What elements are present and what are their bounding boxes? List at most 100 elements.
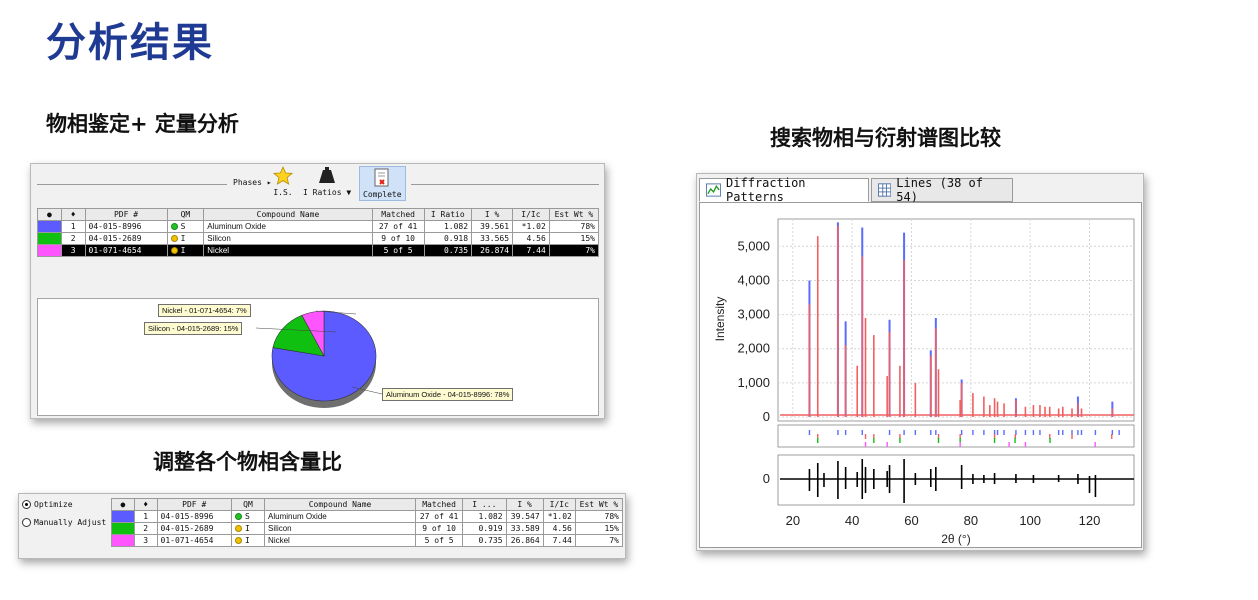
visibility-icon: ♦ xyxy=(70,210,76,219)
i-percent: 26.864 xyxy=(505,534,544,547)
column-header-compound[interactable]: Compound Name xyxy=(264,498,417,511)
quality-status-icon xyxy=(234,525,242,532)
visibility-icon: ♦ xyxy=(143,500,149,509)
is-tool-button[interactable]: I.S. xyxy=(273,166,293,197)
color-column-header[interactable]: ● xyxy=(37,208,62,221)
complete-tool-button[interactable]: Complete xyxy=(359,166,406,201)
diffraction-chart: 0 1,000 2,000 3,000 4,000 5,000 Intensity 0 20 40… xyxy=(699,202,1142,548)
est-wt-percent: 7% xyxy=(574,534,624,547)
line-chart-icon xyxy=(706,183,722,197)
phase-number: 1 xyxy=(60,220,86,233)
pdf-number: 04-015-2689 xyxy=(84,232,168,245)
i-percent: 39.561 xyxy=(471,220,514,233)
phase-color-swatch xyxy=(37,232,62,245)
document-check-icon xyxy=(374,168,389,187)
column-header-iratio[interactable]: I ... xyxy=(462,498,507,511)
table-row[interactable]: 2 04-015-2689 I Silicon 9 of 10 0.919 33… xyxy=(111,522,624,535)
column-header-iratio[interactable]: I Ratio xyxy=(423,208,473,221)
optimize-radio[interactable]: Optimize xyxy=(22,500,73,509)
column-header-qm[interactable]: QM xyxy=(230,498,266,511)
tab-diffraction-patterns[interactable]: Diffraction Patterns xyxy=(699,176,869,204)
i-ratio: 0.918 xyxy=(423,232,473,245)
y-tick-label: 5,000 xyxy=(737,238,770,253)
column-header-ipct[interactable]: I % xyxy=(471,208,514,221)
matched-count: 9 of 10 xyxy=(371,232,425,245)
qm-cell: S xyxy=(166,220,205,233)
i-ratios-tool-button[interactable]: I Ratios ▼ xyxy=(303,166,351,197)
column-header-pdf[interactable]: PDF # xyxy=(84,208,168,221)
column-header-qm[interactable]: QM xyxy=(166,208,205,221)
pdf-number: 04-015-8996 xyxy=(84,220,168,233)
reflection-marker-strip xyxy=(777,424,1135,448)
phase-number: 3 xyxy=(133,534,158,547)
i-percent: 39.547 xyxy=(505,510,544,523)
column-header-compound[interactable]: Compound Name xyxy=(203,208,373,221)
column-header-iic[interactable]: I/Ic xyxy=(512,208,550,221)
section-heading-phase-id: 物相鉴定+ 定量分析 xyxy=(46,112,239,136)
column-header-matched[interactable]: Matched xyxy=(415,498,464,511)
table-row[interactable]: 2 04-015-2689 I Silicon 9 of 10 0.918 33… xyxy=(37,232,600,245)
x-tick-label: 100 xyxy=(1019,513,1041,528)
phase-color-swatch xyxy=(111,510,135,523)
column-header-ipct[interactable]: I % xyxy=(505,498,544,511)
pie-chart-svg xyxy=(255,310,383,408)
x-tick-label: 20 xyxy=(786,513,800,528)
phase-color-swatch xyxy=(111,534,135,547)
palette-icon: ● xyxy=(120,500,126,509)
phase-table: ● ♦ PDF # QM Compound Name Matched I Rat… xyxy=(37,208,600,257)
est-wt-percent: 78% xyxy=(574,510,624,523)
section-heading-adjust: 调整各个物相含量比 xyxy=(153,450,342,474)
i-percent: 26.874 xyxy=(471,244,514,257)
pdf-number: 04-015-2689 xyxy=(156,522,232,535)
phase-number: 2 xyxy=(60,232,86,245)
qm-cell: I xyxy=(230,534,266,547)
diffraction-chart-svg: 0 1,000 2,000 3,000 4,000 5,000 Intensity 0 20 40… xyxy=(713,218,1135,546)
x-tick-label: 40 xyxy=(845,513,859,528)
qm-cell: I xyxy=(230,522,266,535)
palette-icon: ● xyxy=(46,210,52,219)
compound-name: Silicon xyxy=(264,522,417,535)
radio-unselected-icon xyxy=(22,518,31,527)
number-column-header[interactable]: ♦ xyxy=(60,208,86,221)
manually-adjust-radio[interactable]: Manually Adjust xyxy=(22,518,106,527)
quality-status-icon xyxy=(170,223,178,230)
y-tick-label: 4,000 xyxy=(737,272,770,287)
y-axis-label: Intensity xyxy=(713,297,727,342)
matched-count: 9 of 10 xyxy=(415,522,464,535)
pie-callout-nickel: Nickel - 01-071-4654: 7% xyxy=(158,304,251,317)
weight-icon xyxy=(319,167,336,183)
section-heading-compare: 搜索物相与衍射谱图比较 xyxy=(770,126,1001,150)
column-header-pdf[interactable]: PDF # xyxy=(156,498,232,511)
i-ratio: 0.919 xyxy=(462,522,507,535)
qm-cell: S xyxy=(230,510,266,523)
phase-color-swatch xyxy=(111,522,135,535)
adjust-panel: Optimize Manually Adjust ● ♦ PDF # QM Co… xyxy=(18,493,626,559)
phase-pie-chart: Nickel - 01-071-4654: 7% Silicon - 04-01… xyxy=(37,298,599,416)
quality-status-icon xyxy=(234,513,242,520)
pie-callout-silicon: Silicon - 04-015-2689: 15% xyxy=(144,322,243,335)
table-row-selected[interactable]: 3 01-071-4654 I Nickel 5 of 5 0.735 26.8… xyxy=(37,244,600,257)
y-tick-label: 1,000 xyxy=(737,375,770,390)
color-column-header[interactable]: ● xyxy=(111,498,135,511)
table-row[interactable]: 1 04-015-8996 S Aluminum Oxide 27 of 41 … xyxy=(37,220,600,233)
star-icon xyxy=(273,166,293,185)
i-ic: 7.44 xyxy=(512,244,550,257)
matched-count: 5 of 5 xyxy=(415,534,464,547)
column-header-wt[interactable]: Est Wt % xyxy=(548,208,600,221)
number-column-header[interactable]: ♦ xyxy=(133,498,158,511)
quality-status-icon xyxy=(170,235,178,242)
column-header-iic[interactable]: I/Ic xyxy=(542,498,576,511)
page-title: 分析结果 xyxy=(46,20,214,66)
table-row[interactable]: 1 04-015-8996 S Aluminum Oxide 27 of 41 … xyxy=(111,510,624,523)
i-ic: *1.02 xyxy=(542,510,576,523)
column-header-wt[interactable]: Est Wt % xyxy=(574,498,624,511)
column-header-matched[interactable]: Matched xyxy=(371,208,425,221)
adjust-table: ● ♦ PDF # QM Compound Name Matched I ...… xyxy=(111,498,624,547)
tab-lines[interactable]: Lines (38 of 54) xyxy=(871,176,1013,204)
i-ratio: 0.735 xyxy=(423,244,473,257)
pie-callout-aluminum-oxide: Aluminum Oxide - 04-015-8996: 78% xyxy=(382,388,514,401)
x-axis-label: 2θ (°) xyxy=(941,532,970,546)
table-row[interactable]: 3 01-071-4654 I Nickel 5 of 5 0.735 26.8… xyxy=(111,534,624,547)
phase-color-swatch xyxy=(37,244,62,257)
i-percent: 33.589 xyxy=(505,522,544,535)
